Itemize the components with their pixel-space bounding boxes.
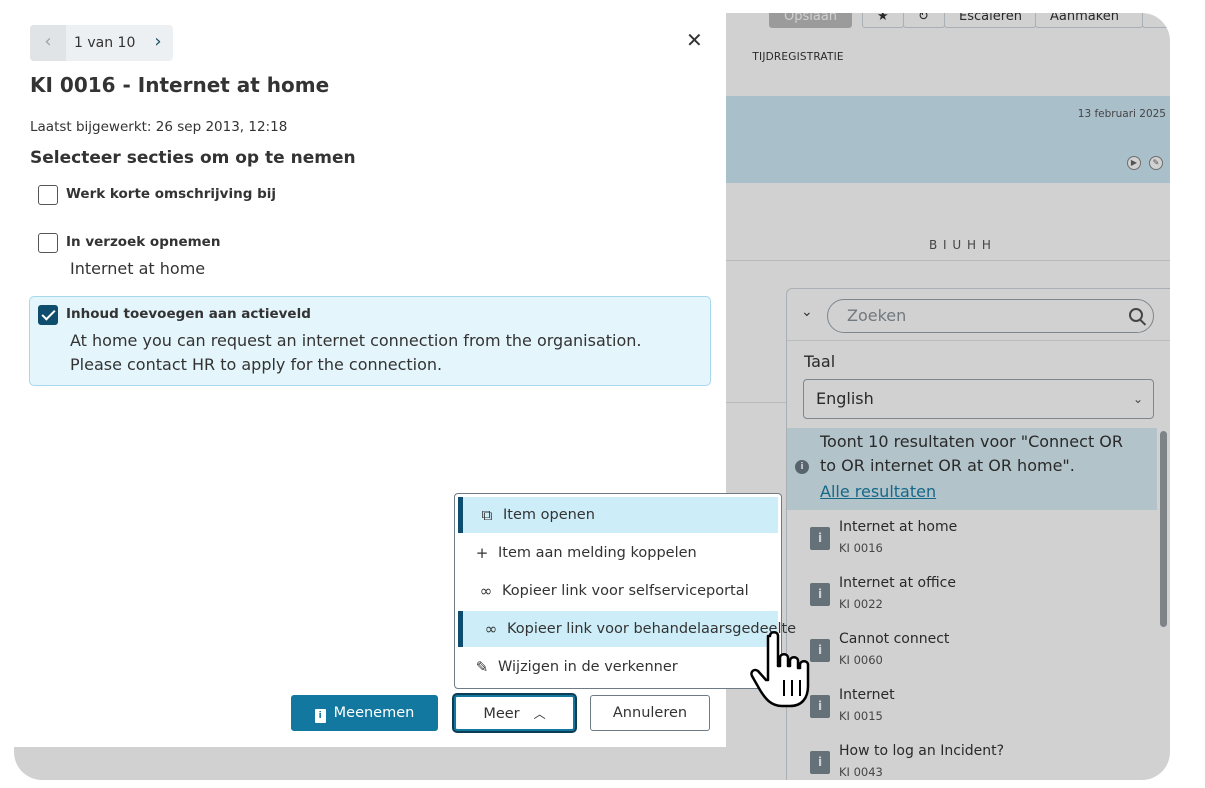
menu-item-edit-in-explorer[interactable]: ✎ Wijzigen in de verkenner (458, 649, 778, 685)
checkbox-label: In verzoek opnemen (66, 234, 221, 250)
chevron-right-icon[interactable]: › (144, 25, 172, 59)
close-icon[interactable]: ✕ (686, 30, 703, 50)
link-icon: ∞ (484, 620, 498, 638)
chevron-left-icon[interactable]: ‹ (30, 25, 66, 61)
section-text: At home you can request an internet conn… (70, 331, 642, 374)
chevron-up-icon: ︿ (533, 707, 546, 721)
pencil-icon: ✎ (475, 658, 489, 676)
checkbox-label: Werk korte omschrijving bij (66, 186, 276, 202)
menu-item-copy-selfservice-link[interactable]: ∞ Kopieer link voor selfserviceportal (458, 573, 778, 609)
checkbox-update-short-description[interactable] (38, 185, 58, 205)
hand-pointer-icon (750, 631, 810, 708)
section-heading: Selecteer secties om op te nemen (30, 148, 356, 168)
take-button[interactable]: i Meenemen (291, 695, 438, 731)
checkbox-label: Inhoud toevoegen aan actieveld (66, 306, 311, 322)
menu-item-link-to-ticket[interactable]: + Item aan melding koppelen (458, 535, 778, 571)
link-icon: ∞ (479, 582, 493, 600)
dialog-title: KI 0016 - Internet at home (30, 73, 330, 97)
take-button-label: Meenemen (333, 705, 415, 721)
external-link-icon: ⧉ (481, 506, 493, 524)
more-menu: ⧉ Item openen + Item aan melding koppele… (454, 493, 796, 689)
menu-item-label: Kopieer link voor selfserviceportal (502, 583, 749, 599)
cancel-button[interactable]: Annuleren (590, 695, 710, 731)
last-updated: Laatst bijgewerkt: 26 sep 2013, 12:18 (30, 119, 288, 135)
checkbox-add-content[interactable] (38, 305, 58, 325)
pager: ‹ 1 van 10 › (30, 25, 173, 61)
menu-item-copy-operator-link[interactable]: ∞ Kopieer link voor behandelaarsgedeelte (458, 611, 796, 647)
menu-item-open[interactable]: ⧉ Item openen (458, 497, 778, 533)
checkbox-include-in-request[interactable] (38, 233, 58, 253)
menu-item-label: Item openen (503, 507, 595, 523)
more-button[interactable]: Meer ︿ (454, 695, 575, 731)
more-button-label: Meer (483, 706, 520, 722)
pager-count: 1 van 10 (74, 35, 136, 51)
book-icon: i (314, 709, 326, 723)
menu-item-label: Wijzigen in de verkenner (498, 659, 678, 675)
plus-icon: + (475, 544, 489, 562)
section-text: Internet at home (70, 259, 206, 278)
menu-item-label: Item aan melding koppelen (498, 545, 697, 561)
